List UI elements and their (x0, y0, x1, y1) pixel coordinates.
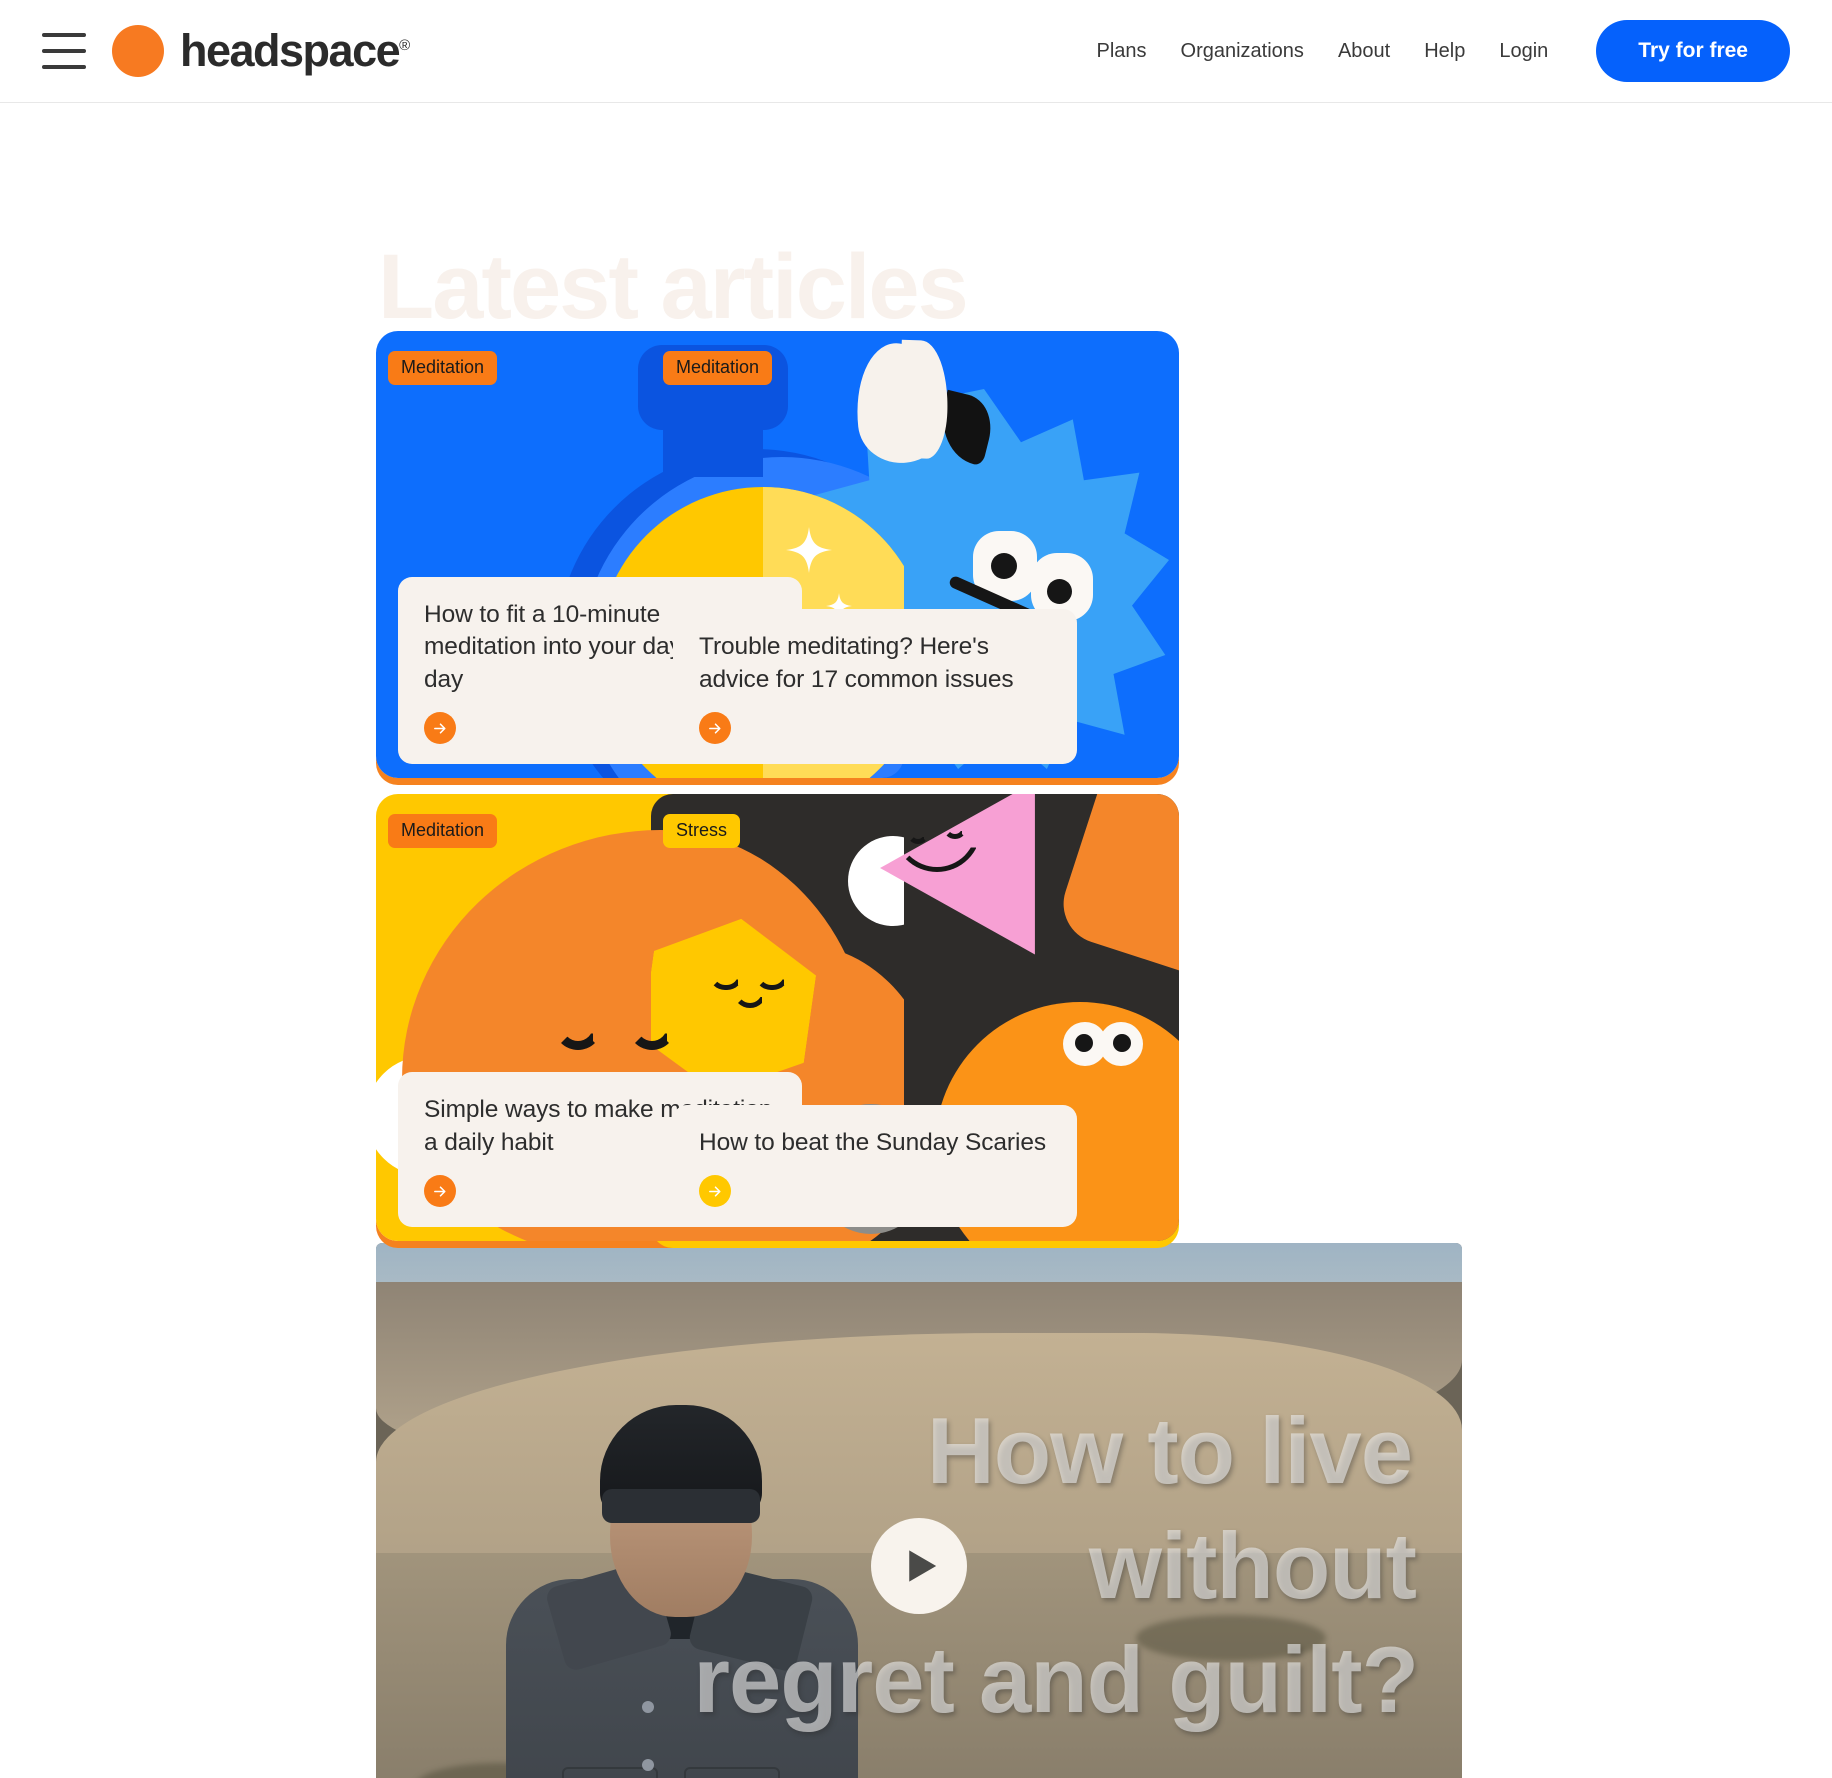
nav-link-organizations[interactable]: Organizations (1181, 40, 1304, 63)
card-caption: How to beat the Sunday Scaries (673, 1104, 1077, 1227)
play-button[interactable] (871, 1518, 967, 1614)
hamburger-bar (42, 33, 86, 37)
articles-grid: Meditation How to fit a 10-minute medita… (376, 331, 1458, 1249)
card-title: Trouble meditating? Here's advice for 17… (699, 633, 1014, 693)
hamburger-menu-icon[interactable] (42, 33, 86, 69)
try-for-free-button[interactable]: Try for free (1596, 20, 1790, 82)
orange-pupil-left (1075, 1034, 1093, 1052)
brand-logo[interactable]: headspace® (112, 25, 410, 77)
nav-link-help[interactable]: Help (1424, 40, 1465, 63)
jacket-pocket-right (684, 1767, 780, 1778)
main-navigation: Plans Organizations About Help Login Try… (1097, 20, 1790, 82)
registered-trademark-symbol: ® (399, 37, 411, 54)
featured-video-player[interactable]: How to live without regret and guilt? Ho… (376, 1243, 1462, 1778)
character-pupil-left (991, 553, 1017, 579)
character-pupil-right (1047, 579, 1072, 604)
headspace-orange-circle-icon (112, 25, 164, 77)
read-more-arrow-button[interactable] (699, 1175, 731, 1207)
section-title-latest-articles: Latest articles (378, 236, 969, 338)
category-badge[interactable]: Meditation (663, 351, 773, 385)
jacket-button (642, 1701, 654, 1713)
card-caption: Trouble meditating? Here's advice for 17… (673, 609, 1077, 764)
sweat-drop-icon (849, 338, 951, 468)
brand-wordmark: headspace® (180, 25, 410, 77)
read-more-arrow-button[interactable] (424, 1175, 456, 1207)
header-left-group: headspace® (42, 25, 410, 77)
hamburger-bar (42, 49, 86, 53)
nav-link-plans[interactable]: Plans (1097, 40, 1147, 63)
beanie-fold (602, 1489, 760, 1523)
hamburger-bar (42, 65, 86, 69)
nav-link-about[interactable]: About (1338, 40, 1390, 63)
main-content: Latest articles Meditation How to fit a … (0, 103, 1832, 1778)
pink-triangle-character (873, 794, 1049, 962)
arrow-right-icon (433, 1185, 446, 1197)
sparkle-icon (786, 527, 832, 573)
site-header: headspace® Plans Organizations About Hel… (0, 0, 1832, 103)
arrow-right-icon (708, 722, 721, 734)
orange-rounded-shape (1053, 794, 1179, 989)
play-triangle-icon (909, 1550, 937, 1582)
video-thumbnail-image (376, 1243, 1462, 1778)
card-title: How to beat the Sunday Scaries (699, 1128, 1047, 1156)
category-badge[interactable]: Meditation (388, 814, 498, 848)
category-badge[interactable]: Meditation (388, 351, 498, 385)
desert-scrub (1136, 1615, 1326, 1661)
category-badge[interactable]: Stress (663, 814, 741, 848)
jacket-button (642, 1759, 654, 1771)
read-more-arrow-button[interactable] (699, 712, 731, 744)
orange-pupil-right (1113, 1034, 1131, 1052)
arrow-right-icon (433, 722, 446, 734)
read-more-arrow-button[interactable] (424, 712, 456, 744)
brand-name-text: headspace (180, 25, 401, 76)
arrow-right-icon (708, 1185, 721, 1197)
nav-link-login[interactable]: Login (1499, 40, 1548, 63)
